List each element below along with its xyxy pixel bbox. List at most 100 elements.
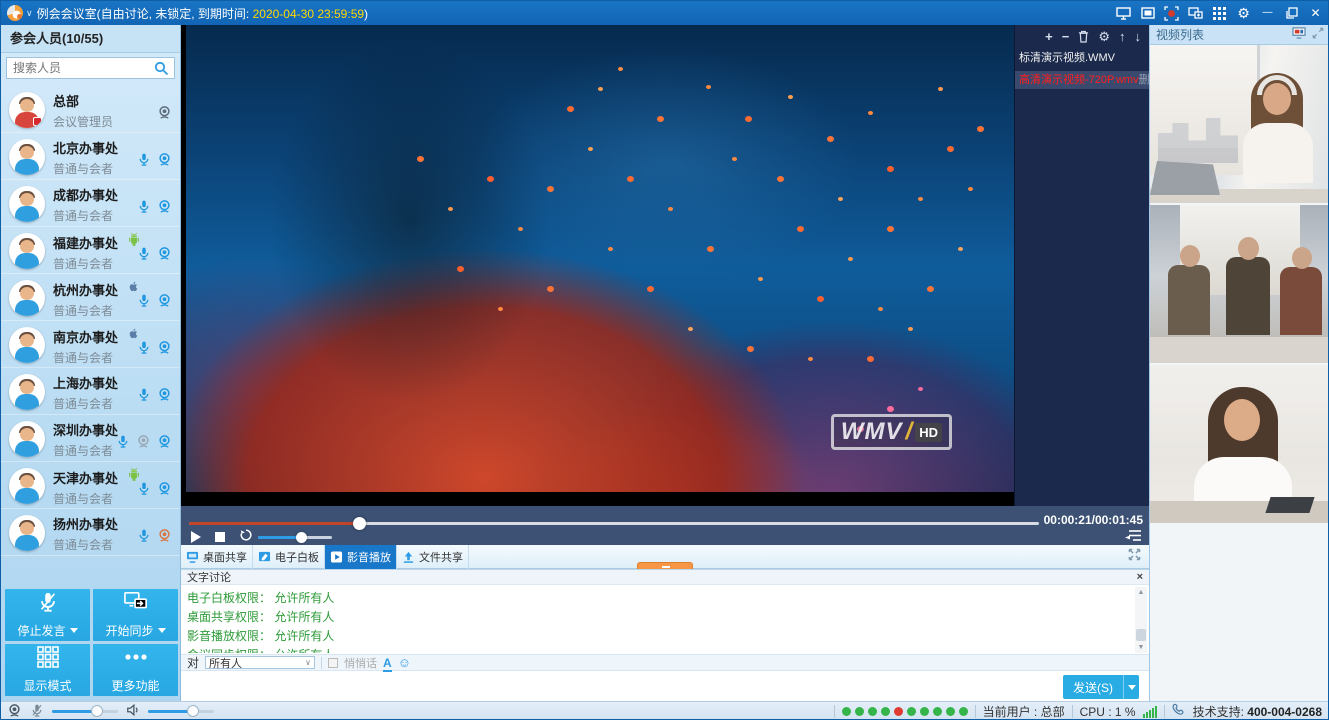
camera-icon[interactable]	[157, 387, 172, 407]
play-button[interactable]	[191, 531, 201, 543]
close-icon[interactable]	[1307, 5, 1324, 22]
video-thumbnail[interactable]	[1150, 365, 1329, 523]
expiry-date: 2020-04-30 23:59:59	[253, 7, 364, 21]
chat-input-area[interactable]: 发送(S)	[181, 672, 1149, 702]
mic-volume-slider[interactable]	[52, 710, 118, 713]
avatar	[9, 515, 45, 551]
seek-handle[interactable]	[353, 517, 366, 530]
participant-row[interactable]: 上海办事处 普通与会者	[1, 368, 180, 415]
participant-row[interactable]: 南京办事处 普通与会者	[1, 321, 180, 368]
participant-row[interactable]: 成都办事处 普通与会者	[1, 180, 180, 227]
video-player-stage[interactable]: WMV/HD	[181, 25, 1014, 506]
display-mode-button[interactable]: 显示模式	[5, 644, 90, 696]
dropdown-caret-icon[interactable]	[70, 628, 78, 633]
monitor-icon[interactable]	[1292, 26, 1306, 44]
camera-disabled-icon[interactable]	[136, 434, 151, 454]
camera-icon[interactable]	[157, 246, 172, 266]
camera-icon[interactable]	[157, 199, 172, 219]
scroll-up-icon[interactable]	[1135, 587, 1147, 598]
start-sync-button[interactable]: 开始同步	[93, 589, 178, 641]
mic-icon[interactable]	[116, 434, 130, 454]
scroll-down-icon[interactable]	[1135, 642, 1147, 653]
add-icon[interactable]	[1045, 30, 1053, 43]
tab-file-share[interactable]: 文件共享	[397, 545, 469, 569]
mic-icon[interactable]	[137, 152, 151, 172]
speaker-volume-handle[interactable]	[187, 705, 199, 717]
camera-icon[interactable]	[157, 152, 172, 172]
seek-bar[interactable]	[189, 522, 1039, 525]
video-thumbnail[interactable]	[1150, 205, 1329, 363]
mic-icon[interactable]	[137, 293, 151, 313]
mic-icon[interactable]	[137, 340, 151, 360]
participant-row[interactable]: 天津办事处 普通与会者	[1, 462, 180, 509]
video-thumbnail[interactable]	[1150, 45, 1329, 203]
status-bar: 当前用户 : 总部 CPU : 1 % 技术支持: 400-004-0268	[1, 701, 1329, 720]
send-button[interactable]: 发送(S)	[1063, 675, 1123, 699]
delete-link[interactable]: 删除	[1139, 71, 1149, 89]
chat-close-icon[interactable]	[1137, 572, 1143, 583]
maximize-icon[interactable]	[1283, 5, 1300, 22]
mic-icon[interactable]	[137, 528, 151, 548]
camera-icon[interactable]	[157, 105, 172, 125]
mic-volume-handle[interactable]	[91, 705, 103, 717]
button-label: 显示模式	[23, 677, 71, 694]
recipient-select[interactable]: 所有人	[205, 656, 315, 669]
playlist-settings-icon[interactable]	[1098, 30, 1110, 43]
camera-icon[interactable]	[157, 293, 172, 313]
mic-icon[interactable]	[137, 199, 151, 219]
chevron-down-icon[interactable]	[26, 8, 33, 19]
playlist-item[interactable]: 标清演示视频.WMV	[1015, 49, 1149, 67]
search-input[interactable]	[7, 58, 174, 78]
settings-gear-icon[interactable]	[1235, 5, 1252, 22]
camera-icon[interactable]	[157, 340, 172, 360]
stop-button[interactable]	[215, 532, 225, 542]
tab-media-playback[interactable]: 影音播放	[325, 545, 397, 569]
record-icon[interactable]	[1163, 5, 1180, 22]
speaker-icon[interactable]	[126, 703, 140, 720]
whisper-checkbox[interactable]	[328, 658, 338, 668]
speaker-volume-slider[interactable]	[148, 710, 214, 713]
mic-icon[interactable]	[137, 481, 151, 501]
mic-icon[interactable]	[137, 387, 151, 407]
mic-muted-icon[interactable]	[30, 703, 44, 720]
whiteboard-window-icon[interactable]	[1139, 5, 1156, 22]
volume-slider[interactable]	[258, 536, 332, 539]
scroll-thumb[interactable]	[1136, 629, 1146, 641]
remove-icon[interactable]	[1062, 30, 1070, 43]
move-up-icon[interactable]	[1119, 30, 1126, 43]
camera-status-icon[interactable]	[7, 703, 22, 720]
send-options-caret[interactable]	[1123, 675, 1139, 699]
fullscreen-icon[interactable]	[1128, 548, 1141, 566]
tab-desktop-share[interactable]: 桌面共享	[181, 545, 253, 569]
expand-icon[interactable]	[1312, 26, 1324, 44]
dropdown-caret-icon[interactable]	[158, 628, 166, 633]
playlist-item-selected[interactable]: 高清演示视频-720P.wmv删除	[1015, 71, 1149, 89]
camera-active-icon[interactable]	[157, 528, 172, 548]
more-functions-button[interactable]: 更多功能	[93, 644, 178, 696]
search-icon[interactable]	[154, 61, 169, 81]
mic-icon[interactable]	[137, 246, 151, 266]
participant-row[interactable]: 杭州办事处 普通与会者	[1, 274, 180, 321]
minimize-icon[interactable]	[1259, 5, 1276, 22]
camera-icon[interactable]	[157, 481, 172, 501]
participant-row[interactable]: 福建办事处 普通与会者	[1, 227, 180, 274]
tab-whiteboard[interactable]: 电子白板	[253, 545, 325, 569]
camera-icon[interactable]	[157, 434, 172, 454]
chat-scrollbar[interactable]	[1135, 587, 1147, 653]
participant-row[interactable]: 扬州办事处 普通与会者	[1, 509, 180, 556]
emoji-icon[interactable]	[398, 656, 411, 669]
replay-icon[interactable]	[239, 528, 253, 547]
sync-screens-icon[interactable]	[1187, 5, 1204, 22]
chat-message: 会议同步权限： 允许所有人	[187, 646, 1133, 653]
layout-grid-icon[interactable]	[1211, 5, 1228, 22]
participant-row[interactable]: 北京办事处 普通与会者	[1, 133, 180, 180]
trash-icon[interactable]	[1078, 30, 1089, 43]
volume-handle[interactable]	[296, 532, 307, 543]
move-down-icon[interactable]	[1135, 30, 1142, 43]
participant-row[interactable]: 总部 会议管理员	[1, 86, 180, 133]
participant-row[interactable]: 深圳办事处 普通与会者	[1, 415, 180, 462]
stop-speaking-button[interactable]: 停止发言	[5, 589, 90, 641]
font-icon[interactable]	[383, 656, 392, 670]
desktop-share-icon[interactable]	[1115, 5, 1132, 22]
tab-label: 影音播放	[347, 549, 391, 565]
